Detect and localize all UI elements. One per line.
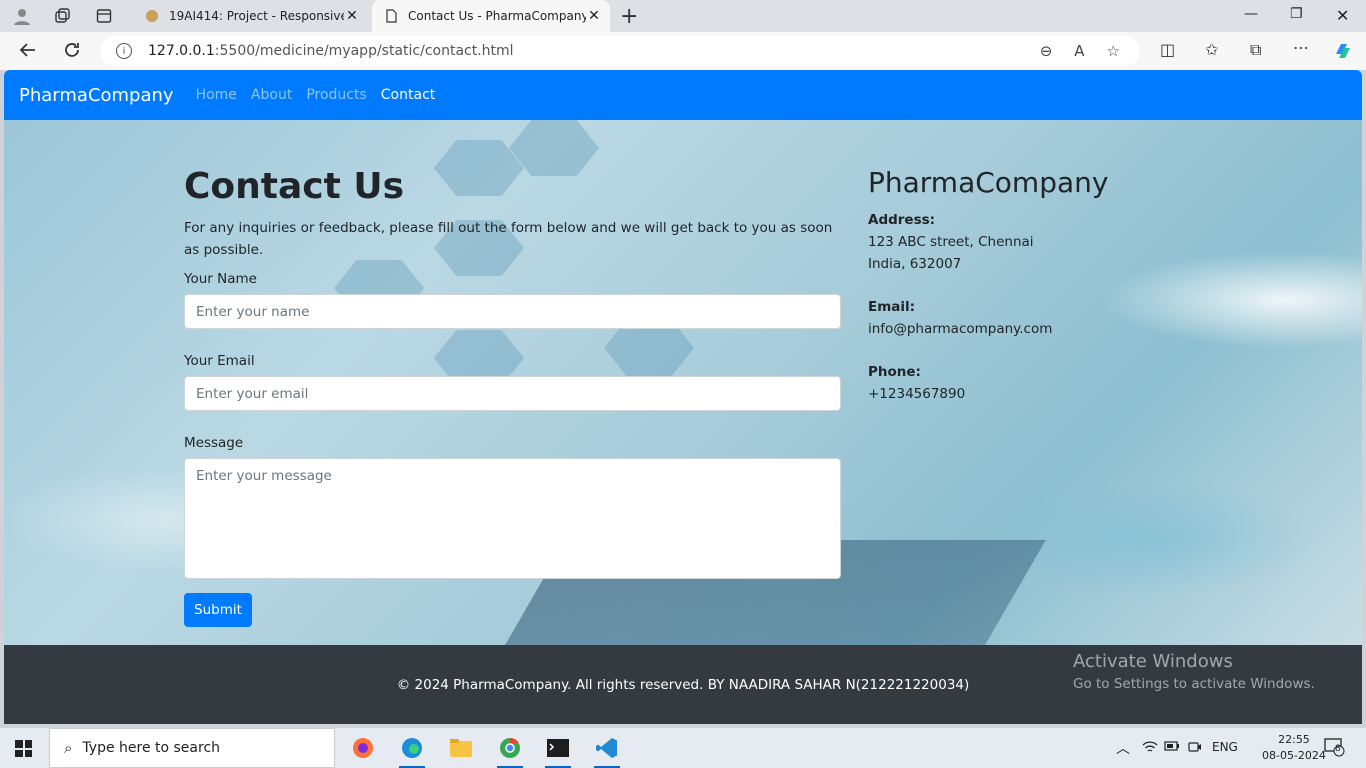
- tab-project[interactable]: 19AI414: Project - Responsive We ✕: [133, 0, 368, 32]
- address-label: Address:: [868, 212, 936, 228]
- split-screen-icon[interactable]: ◫: [1160, 40, 1175, 59]
- name-field[interactable]: Enter your name: [184, 294, 841, 329]
- navbar: PharmaCompany Home About Products Contac…: [4, 70, 1362, 120]
- intro-text: For any inquiries or feedback, please fi…: [184, 220, 833, 258]
- watermark-subtitle: Go to Settings to activate Windows.: [1073, 676, 1315, 692]
- collections-icon[interactable]: ⧉: [1250, 40, 1261, 60]
- hero-background: Contact Us For any inquiries or feedback…: [4, 120, 1362, 650]
- tab-actions-icon[interactable]: [94, 6, 114, 26]
- vscode-icon[interactable]: [592, 734, 622, 768]
- battery-icon[interactable]: [1164, 740, 1180, 755]
- firefox-icon[interactable]: [348, 734, 378, 762]
- contact-form-section: Contact Us For any inquiries or feedback…: [184, 166, 841, 627]
- new-tab-icon[interactable]: +: [620, 4, 638, 29]
- meet-now-icon[interactable]: [1188, 740, 1202, 757]
- address-line: India, 632007: [868, 256, 962, 272]
- clock-time: 22:55: [1278, 733, 1310, 746]
- notification-count: 8: [1335, 744, 1341, 754]
- url-field[interactable]: i 127.0.0.1 :5500/medicine/myapp/static/…: [100, 36, 1140, 66]
- nav-link-products[interactable]: Products: [306, 87, 366, 103]
- address-bar-row: i 127.0.0.1 :5500/medicine/myapp/static/…: [0, 32, 1366, 70]
- tab-contact[interactable]: Contact Us - PharmaCompany ✕: [372, 0, 610, 32]
- email-field[interactable]: Enter your email: [184, 376, 841, 411]
- zoom-icon[interactable]: ⊖: [1040, 42, 1053, 60]
- favorite-star-icon[interactable]: ☆: [1107, 42, 1120, 60]
- copilot-icon[interactable]: [1332, 40, 1354, 66]
- edge-icon[interactable]: [397, 734, 427, 768]
- browser-tab-bar: 19AI414: Project - Responsive We ✕ Conta…: [0, 0, 1366, 32]
- favorites-icon[interactable]: ✩: [1205, 40, 1218, 59]
- address-line: 123 ABC street, Chennai: [868, 234, 1034, 250]
- clock-date: 08-05-2024: [1262, 749, 1326, 762]
- chrome-icon[interactable]: [495, 734, 525, 768]
- taskbar-search[interactable]: ⌕ Type here to search: [49, 728, 335, 768]
- email-info-label: Email:: [868, 299, 916, 315]
- back-icon[interactable]: [18, 40, 38, 65]
- refresh-icon[interactable]: [62, 40, 82, 65]
- network-icon[interactable]: [1142, 740, 1158, 757]
- page-viewport: PharmaCompany Home About Products Contac…: [4, 70, 1362, 724]
- footer-text: © 2024 PharmaCompany. All rights reserve…: [396, 676, 970, 693]
- close-tab-icon[interactable]: ✕: [586, 8, 602, 24]
- phone-value: +1234567890: [868, 386, 966, 402]
- watermark-title: Activate Windows: [1073, 651, 1233, 672]
- name-label: Your Name: [184, 271, 257, 287]
- url-host: 127.0.0.1: [148, 43, 215, 59]
- url-path: :5500/medicine/myapp/static/contact.html: [214, 43, 514, 59]
- terminal-icon[interactable]: [543, 734, 573, 768]
- more-options-icon[interactable]: ⋯: [1293, 38, 1309, 57]
- workspaces-icon[interactable]: [52, 6, 72, 26]
- tab-title: 19AI414: Project - Responsive We: [169, 9, 344, 23]
- message-label: Message: [184, 435, 244, 451]
- company-name: PharmaCompany: [868, 166, 1109, 199]
- minimize-icon[interactable]: —: [1244, 6, 1258, 22]
- page-favicon-icon: [384, 9, 398, 23]
- clock[interactable]: 22:55 08-05-2024: [1262, 732, 1326, 764]
- navbar-brand[interactable]: PharmaCompany: [19, 85, 174, 106]
- email-value: info@pharmacompany.com: [868, 321, 1053, 337]
- phone-label: Phone:: [868, 364, 921, 380]
- github-favicon-icon: [145, 9, 159, 23]
- nav-links: Home About Products Contact: [196, 87, 436, 103]
- profile-icon[interactable]: [12, 6, 32, 26]
- read-aloud-icon[interactable]: A: [1074, 42, 1084, 60]
- nav-link-about[interactable]: About: [251, 87, 292, 103]
- search-icon: ⌕: [64, 739, 73, 757]
- page-title: Contact Us: [184, 166, 405, 207]
- start-button-icon[interactable]: [15, 740, 32, 757]
- company-info: PharmaCompany Address: 123 ABC street, C…: [868, 166, 1168, 405]
- close-window-icon[interactable]: ✕: [1336, 6, 1349, 25]
- tab-title: Contact Us - PharmaCompany: [408, 9, 586, 23]
- message-field[interactable]: Enter your message: [184, 458, 841, 579]
- search-placeholder: Type here to search: [82, 740, 221, 756]
- submit-button[interactable]: Submit: [184, 593, 252, 627]
- nav-link-home[interactable]: Home: [196, 87, 237, 103]
- footer: © 2024 PharmaCompany. All rights reserve…: [4, 645, 1362, 724]
- show-hidden-icons-icon[interactable]: ︿: [1116, 738, 1130, 758]
- restore-icon[interactable]: ❐: [1290, 6, 1303, 22]
- activate-windows-watermark: Activate Windows Go to Settings to activ…: [1073, 651, 1315, 692]
- language-indicator[interactable]: ENG: [1212, 740, 1238, 754]
- nav-link-contact[interactable]: Contact: [381, 87, 435, 103]
- email-label: Your Email: [184, 353, 255, 369]
- taskbar: ⌕ Type here to search ︿ ENG 22:55 08-05-…: [0, 728, 1366, 768]
- file-explorer-icon[interactable]: [446, 734, 476, 762]
- close-tab-icon[interactable]: ✕: [344, 8, 360, 24]
- url-tools: ⊖ A ☆: [1040, 42, 1120, 60]
- notifications-icon[interactable]: 8: [1324, 737, 1346, 760]
- site-info-icon[interactable]: i: [116, 43, 132, 59]
